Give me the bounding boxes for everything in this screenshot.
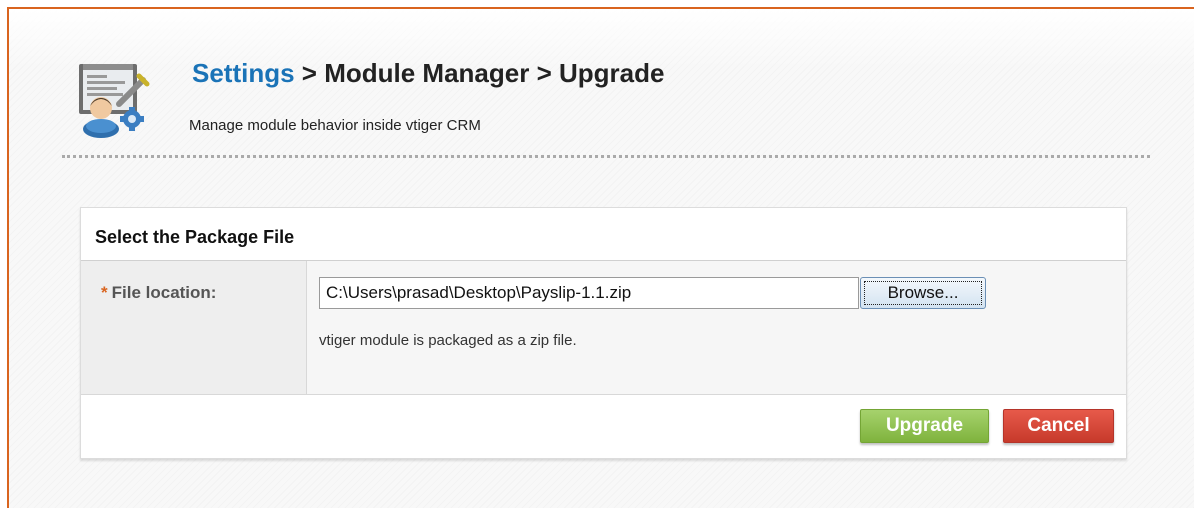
- file-location-label-cell: * File location:: [81, 261, 307, 394]
- dotted-divider: [62, 155, 1150, 158]
- file-help-text: vtiger module is packaged as a zip file.: [319, 332, 577, 349]
- page-title: Settings > Module Manager > Upgrade: [192, 58, 664, 89]
- breadcrumb-rest: > Module Manager > Upgrade: [294, 58, 665, 88]
- file-location-label-text: File location:: [111, 283, 217, 302]
- upgrade-button[interactable]: Upgrade: [860, 409, 989, 443]
- browse-button-label: Browse...: [864, 281, 982, 305]
- panel-header: Select the Package File: [81, 208, 1126, 261]
- file-location-input[interactable]: [319, 277, 859, 309]
- panel-body: *File location: Browse... vtiger module …: [81, 261, 1126, 394]
- cancel-button[interactable]: Cancel: [1003, 409, 1114, 443]
- required-marker: *: [101, 283, 108, 302]
- module-manager-icon: [75, 56, 155, 140]
- page-subtitle: Manage module behavior inside vtiger CRM: [189, 117, 481, 134]
- browse-button[interactable]: Browse...: [860, 277, 986, 309]
- file-location-label: * File location:: [101, 283, 216, 303]
- panel-title: Select the Package File: [95, 227, 295, 247]
- package-file-panel: Select the Package File * File location: …: [80, 207, 1127, 459]
- breadcrumb-settings-link[interactable]: Settings: [192, 58, 295, 88]
- panel-footer: Upgrade Cancel: [81, 394, 1126, 458]
- file-location-value-cell: Browse... vtiger module is packaged as a…: [307, 261, 1126, 394]
